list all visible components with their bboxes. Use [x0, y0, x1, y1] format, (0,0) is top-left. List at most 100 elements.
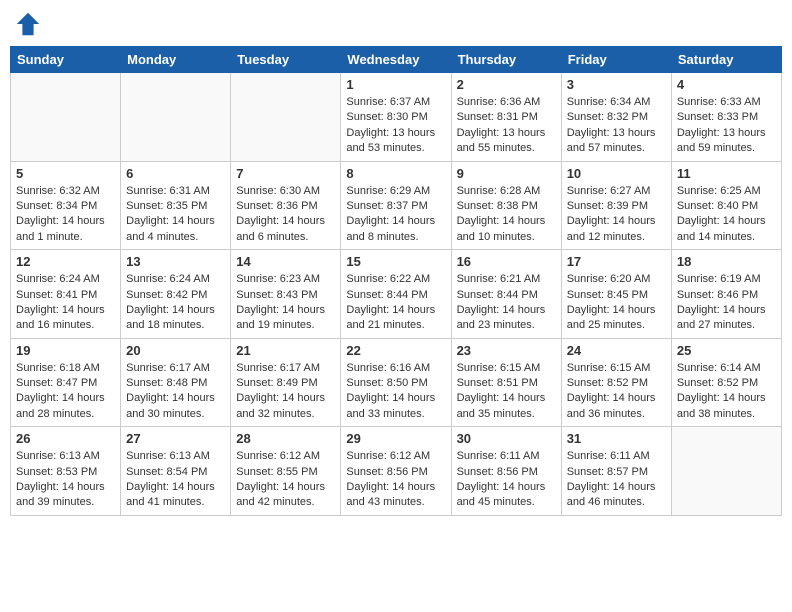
day-info: Sunrise: 6:17 AMSunset: 8:48 PMDaylight:… [126, 361, 225, 423]
logo-icon [14, 10, 42, 38]
calendar-day-cell: 22 Sunrise: 6:16 AMSunset: 8:50 PMDayligh… [341, 338, 451, 427]
day-number: 3 [567, 77, 666, 92]
day-number: 23 [457, 343, 556, 358]
calendar-day-cell: 10 Sunrise: 6:27 AMSunset: 8:39 PMDayligh… [561, 161, 671, 250]
calendar-day-cell: 2 Sunrise: 6:36 AMSunset: 8:31 PMDaylight… [451, 73, 561, 162]
day-number: 28 [236, 431, 335, 446]
day-info: Sunrise: 6:31 AMSunset: 8:35 PMDaylight:… [126, 184, 225, 246]
day-number: 4 [677, 77, 776, 92]
calendar-day-header: Wednesday [341, 47, 451, 73]
day-info: Sunrise: 6:19 AMSunset: 8:46 PMDaylight:… [677, 272, 776, 334]
calendar-day-header: Tuesday [231, 47, 341, 73]
day-info: Sunrise: 6:12 AMSunset: 8:56 PMDaylight:… [346, 449, 445, 511]
day-number: 20 [126, 343, 225, 358]
day-info: Sunrise: 6:11 AMSunset: 8:56 PMDaylight:… [457, 449, 556, 511]
calendar-day-cell: 18 Sunrise: 6:19 AMSunset: 8:46 PMDayligh… [671, 250, 781, 339]
calendar-day-cell [11, 73, 121, 162]
calendar-day-cell: 16 Sunrise: 6:21 AMSunset: 8:44 PMDayligh… [451, 250, 561, 339]
calendar-day-cell: 28 Sunrise: 6:12 AMSunset: 8:55 PMDayligh… [231, 427, 341, 516]
day-info: Sunrise: 6:13 AMSunset: 8:54 PMDaylight:… [126, 449, 225, 511]
calendar-day-cell: 17 Sunrise: 6:20 AMSunset: 8:45 PMDayligh… [561, 250, 671, 339]
day-number: 29 [346, 431, 445, 446]
day-info: Sunrise: 6:12 AMSunset: 8:55 PMDaylight:… [236, 449, 335, 511]
day-info: Sunrise: 6:15 AMSunset: 8:51 PMDaylight:… [457, 361, 556, 423]
calendar-day-cell: 27 Sunrise: 6:13 AMSunset: 8:54 PMDayligh… [121, 427, 231, 516]
day-info: Sunrise: 6:18 AMSunset: 8:47 PMDaylight:… [16, 361, 115, 423]
calendar-day-cell: 1 Sunrise: 6:37 AMSunset: 8:30 PMDaylight… [341, 73, 451, 162]
calendar-week-row: 1 Sunrise: 6:37 AMSunset: 8:30 PMDaylight… [11, 73, 782, 162]
day-number: 2 [457, 77, 556, 92]
day-number: 5 [16, 166, 115, 181]
calendar-day-cell: 30Sunrise: 6:11 AMSunset: 8:56 PMDayligh… [451, 427, 561, 516]
day-number: 31 [567, 431, 666, 446]
calendar-day-cell: 24Sunrise: 6:15 AMSunset: 8:52 PMDayligh… [561, 338, 671, 427]
calendar-day-cell: 26 Sunrise: 6:13 AMSunset: 8:53 PMDayligh… [11, 427, 121, 516]
calendar-week-row: 12 Sunrise: 6:24 AMSunset: 8:41 PMDayligh… [11, 250, 782, 339]
calendar-day-cell: 21 Sunrise: 6:17 AMSunset: 8:49 PMDayligh… [231, 338, 341, 427]
day-number: 17 [567, 254, 666, 269]
day-info: Sunrise: 6:34 AMSunset: 8:32 PMDaylight:… [567, 95, 666, 157]
calendar-day-cell: 5 Sunrise: 6:32 AMSunset: 8:34 PMDaylight… [11, 161, 121, 250]
calendar-day-cell: 12 Sunrise: 6:24 AMSunset: 8:41 PMDayligh… [11, 250, 121, 339]
day-number: 15 [346, 254, 445, 269]
calendar-day-header: Thursday [451, 47, 561, 73]
day-number: 22 [346, 343, 445, 358]
day-number: 11 [677, 166, 776, 181]
calendar-day-cell: 11 Sunrise: 6:25 AMSunset: 8:40 PMDayligh… [671, 161, 781, 250]
day-info: Sunrise: 6:23 AMSunset: 8:43 PMDaylight:… [236, 272, 335, 334]
day-number: 19 [16, 343, 115, 358]
day-info: Sunrise: 6:36 AMSunset: 8:31 PMDaylight:… [457, 95, 556, 157]
day-info: Sunrise: 6:24 AMSunset: 8:41 PMDaylight:… [16, 272, 115, 334]
day-number: 6 [126, 166, 225, 181]
calendar-day-cell: 31 Sunrise: 6:11 AMSunset: 8:57 PMDayligh… [561, 427, 671, 516]
calendar-header-row: SundayMondayTuesdayWednesdayThursdayFrid… [11, 47, 782, 73]
page-header [10, 10, 782, 38]
calendar-day-cell: 20 Sunrise: 6:17 AMSunset: 8:48 PMDayligh… [121, 338, 231, 427]
calendar-day-cell: 15 Sunrise: 6:22 AMSunset: 8:44 PMDayligh… [341, 250, 451, 339]
day-number: 8 [346, 166, 445, 181]
calendar-day-cell: 6 Sunrise: 6:31 AMSunset: 8:35 PMDaylight… [121, 161, 231, 250]
calendar-day-cell: 29 Sunrise: 6:12 AMSunset: 8:56 PMDayligh… [341, 427, 451, 516]
day-info: Sunrise: 6:27 AMSunset: 8:39 PMDaylight:… [567, 184, 666, 246]
calendar-week-row: 5 Sunrise: 6:32 AMSunset: 8:34 PMDaylight… [11, 161, 782, 250]
day-info: Sunrise: 6:37 AMSunset: 8:30 PMDaylight:… [346, 95, 445, 157]
day-number: 1 [346, 77, 445, 92]
day-info: Sunrise: 6:13 AMSunset: 8:53 PMDaylight:… [16, 449, 115, 511]
calendar-day-cell: 13Sunrise: 6:24 AMSunset: 8:42 PMDayligh… [121, 250, 231, 339]
calendar-day-header: Friday [561, 47, 671, 73]
calendar-day-cell: 14 Sunrise: 6:23 AMSunset: 8:43 PMDayligh… [231, 250, 341, 339]
day-number: 9 [457, 166, 556, 181]
day-number: 14 [236, 254, 335, 269]
day-info: Sunrise: 6:29 AMSunset: 8:37 PMDaylight:… [346, 184, 445, 246]
day-info: Sunrise: 6:32 AMSunset: 8:34 PMDaylight:… [16, 184, 115, 246]
day-number: 24 [567, 343, 666, 358]
calendar-day-cell [121, 73, 231, 162]
calendar-day-cell: 7Sunrise: 6:30 AMSunset: 8:36 PMDaylight… [231, 161, 341, 250]
day-number: 18 [677, 254, 776, 269]
day-number: 10 [567, 166, 666, 181]
day-info: Sunrise: 6:17 AMSunset: 8:49 PMDaylight:… [236, 361, 335, 423]
day-info: Sunrise: 6:16 AMSunset: 8:50 PMDaylight:… [346, 361, 445, 423]
calendar-day-cell: 4Sunrise: 6:33 AMSunset: 8:33 PMDaylight… [671, 73, 781, 162]
calendar-day-cell: 23 Sunrise: 6:15 AMSunset: 8:51 PMDayligh… [451, 338, 561, 427]
day-number: 26 [16, 431, 115, 446]
day-number: 25 [677, 343, 776, 358]
day-info: Sunrise: 6:11 AMSunset: 8:57 PMDaylight:… [567, 449, 666, 511]
day-number: 21 [236, 343, 335, 358]
calendar-week-row: 19 Sunrise: 6:18 AMSunset: 8:47 PMDayligh… [11, 338, 782, 427]
day-info: Sunrise: 6:21 AMSunset: 8:44 PMDaylight:… [457, 272, 556, 334]
day-info: Sunrise: 6:28 AMSunset: 8:38 PMDaylight:… [457, 184, 556, 246]
day-number: 16 [457, 254, 556, 269]
day-info: Sunrise: 6:22 AMSunset: 8:44 PMDaylight:… [346, 272, 445, 334]
day-number: 27 [126, 431, 225, 446]
day-info: Sunrise: 6:14 AMSunset: 8:52 PMDaylight:… [677, 361, 776, 423]
calendar-week-row: 26 Sunrise: 6:13 AMSunset: 8:53 PMDayligh… [11, 427, 782, 516]
day-info: Sunrise: 6:20 AMSunset: 8:45 PMDaylight:… [567, 272, 666, 334]
day-info: Sunrise: 6:25 AMSunset: 8:40 PMDaylight:… [677, 184, 776, 246]
calendar-day-header: Monday [121, 47, 231, 73]
day-number: 13 [126, 254, 225, 269]
day-number: 12 [16, 254, 115, 269]
calendar-day-header: Saturday [671, 47, 781, 73]
calendar-table: SundayMondayTuesdayWednesdayThursdayFrid… [10, 46, 782, 516]
calendar-day-cell: 19 Sunrise: 6:18 AMSunset: 8:47 PMDayligh… [11, 338, 121, 427]
